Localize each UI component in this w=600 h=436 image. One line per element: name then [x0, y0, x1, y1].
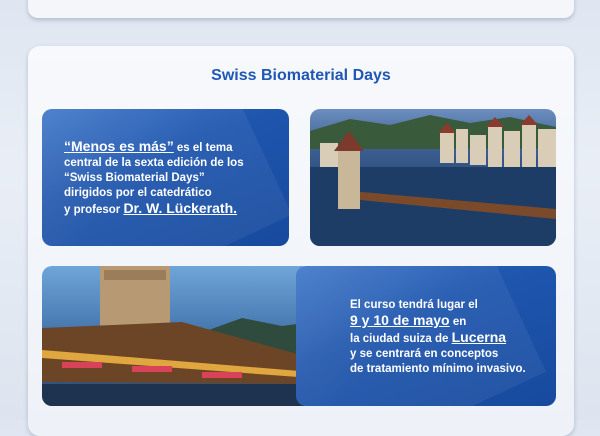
intro-text: “Menos es más” es el tema central de la … [64, 138, 244, 217]
event-dates: 9 y 10 de mayo [350, 312, 450, 328]
bridge-illustration [42, 266, 312, 406]
speaker-name: Dr. W. Lückerath. [123, 200, 238, 216]
details-text: El curso tendrá lugar el 9 y 10 de mayo … [350, 299, 526, 375]
river-illustration [310, 115, 556, 246]
event-city: Lucerna [451, 329, 507, 345]
event-card: Swiss Biomaterial Days “Menos es más” es… [28, 46, 574, 436]
top-card [28, 0, 574, 18]
details-panel: El curso tendrá lugar el 9 y 10 de mayo … [296, 266, 556, 406]
lucerne-river-photo [310, 109, 556, 246]
chapel-bridge-photo [42, 266, 312, 406]
section-title: Swiss Biomaterial Days [211, 67, 391, 84]
intro-panel: “Menos es más” es el tema central de la … [42, 109, 289, 246]
intro-quote: “Menos es más” [64, 138, 174, 154]
